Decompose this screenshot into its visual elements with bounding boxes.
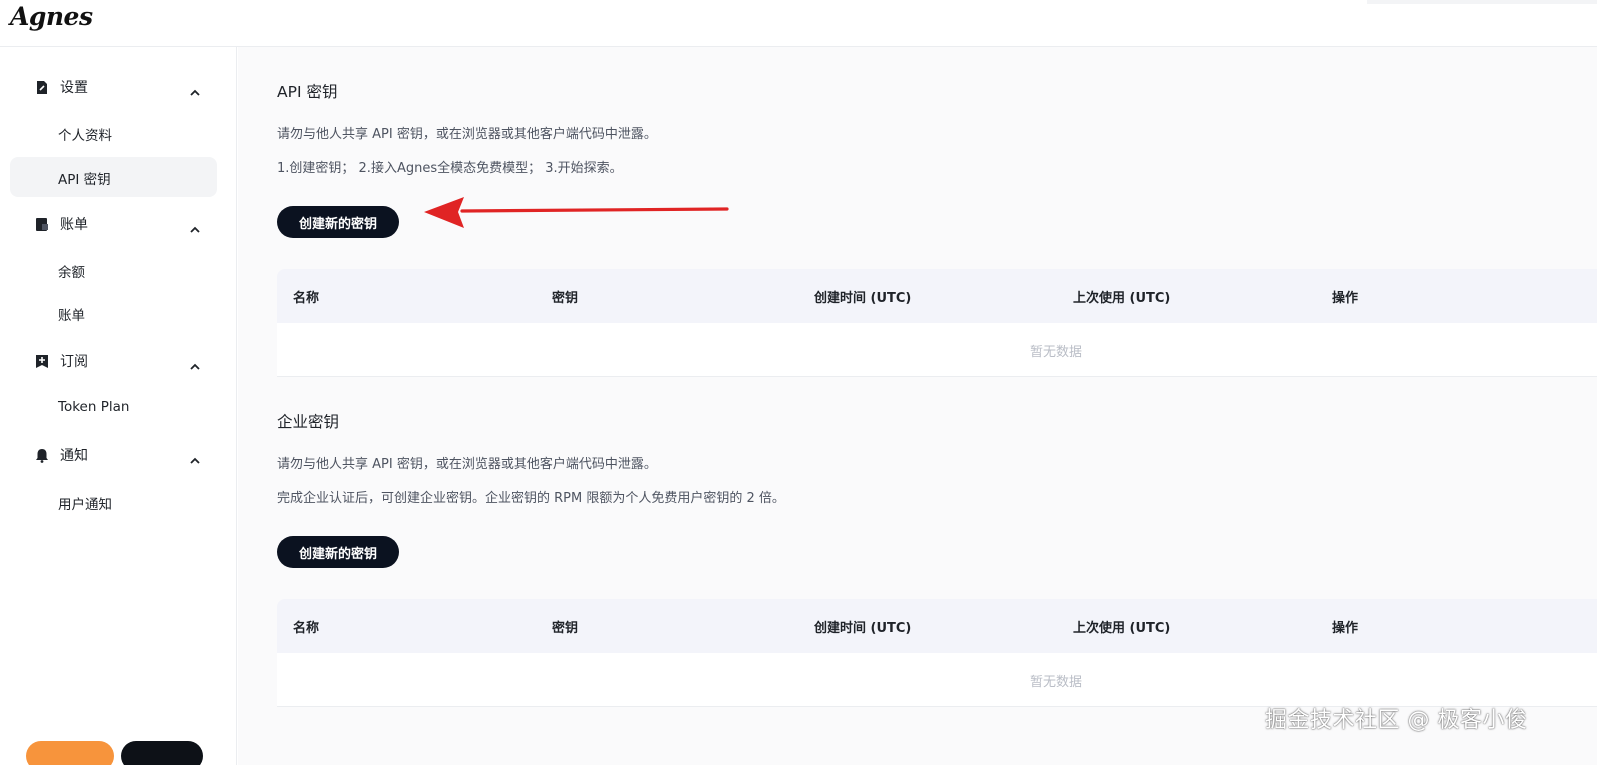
sidebar-item-label: 用户通知 [58,497,112,513]
column-header-key: 密钥 [552,291,579,306]
community-button[interactable] [121,741,203,765]
table-header-row: 名称 密钥 创建时间 (UTC) 上次使用 (UTC) 操作 [277,599,1597,653]
api-keys-title: API 密钥 [277,83,338,101]
chevron-up-icon [190,218,200,237]
sidebar: 设置 个人资料 API 密钥 账单 余额 账单 订阅 Token Plan 通知… [0,47,237,765]
enterprise-keys-table: 名称 密钥 创建时间 (UTC) 上次使用 (UTC) 操作 暂无数据 [277,599,1597,707]
sidebar-section-label: 设置 [60,80,88,96]
table-empty-row: 暂无数据 [277,653,1597,707]
chevron-up-icon [190,355,200,374]
sidebar-item-token-plan[interactable]: Token Plan [10,388,217,428]
sidebar-item-label: 个人资料 [58,128,112,144]
sidebar-item-user-notifications[interactable]: 用户通知 [10,482,217,522]
column-header-created: 创建时间 (UTC) [814,291,912,306]
column-header-key: 密钥 [552,621,579,636]
api-keys-steps: 1.创建密钥； 2.接入Agnes全模态免费模型； 3.开始探索。 [277,161,623,176]
api-keys-warning: 请勿与他人共享 API 密钥，或在浏览器或其他客户端代码中泄露。 [277,127,657,142]
sidebar-section-settings[interactable]: 设置 [10,67,217,107]
empty-state-text: 暂无数据 [1030,345,1083,360]
subscribe-icon [34,353,50,369]
annotation-arrow-icon [424,197,729,228]
create-api-key-button[interactable]: 创建新的密钥 [277,206,399,238]
chevron-up-icon [190,81,200,100]
sidebar-item-api-keys[interactable]: API 密钥 [10,157,217,197]
column-header-actions: 操作 [1332,291,1359,306]
bell-icon [34,447,50,463]
column-header-actions: 操作 [1332,621,1359,636]
sidebar-section-subscription[interactable]: 订阅 [10,341,217,381]
enterprise-keys-warning: 请勿与他人共享 API 密钥，或在浏览器或其他客户端代码中泄露。 [277,457,657,472]
sidebar-section-billing[interactable]: 账单 [10,204,217,244]
top-bar-edge [1367,0,1597,4]
column-header-created: 创建时间 (UTC) [814,621,912,636]
app-logo[interactable]: Agnes [10,2,93,31]
table-header-row: 名称 密钥 创建时间 (UTC) 上次使用 (UTC) 操作 [277,269,1597,323]
watermark-text: 掘金技术社区 @ 极客小俊 [1265,708,1528,733]
top-bar: Agnes [0,0,1597,47]
chevron-up-icon [190,449,200,468]
empty-state-text: 暂无数据 [1030,675,1083,690]
sidebar-item-balance[interactable]: 余额 [10,250,217,290]
sidebar-item-label: 余额 [58,265,85,281]
billing-icon [34,216,50,232]
sidebar-item-bills[interactable]: 账单 [10,293,217,333]
sidebar-section-label: 通知 [60,448,88,464]
sidebar-section-notifications[interactable]: 通知 [10,435,217,475]
sidebar-section-label: 订阅 [60,354,88,370]
sidebar-item-label: API 密钥 [58,172,111,188]
settings-doc-icon [34,79,50,95]
table-empty-row: 暂无数据 [277,323,1597,377]
promo-button[interactable] [26,741,114,765]
api-keys-table: 名称 密钥 创建时间 (UTC) 上次使用 (UTC) 操作 暂无数据 [277,269,1597,377]
sidebar-item-label: Token Plan [58,399,130,415]
create-enterprise-key-button[interactable]: 创建新的密钥 [277,536,399,568]
sidebar-item-profile[interactable]: 个人资料 [10,113,217,153]
column-header-name: 名称 [293,291,320,306]
enterprise-keys-note: 完成企业认证后，可创建企业密钥。企业密钥的 RPM 限额为个人免费用户密钥的 2… [277,491,785,506]
column-header-last-used: 上次使用 (UTC) [1073,621,1171,636]
sidebar-item-label: 账单 [58,308,85,324]
sidebar-section-label: 账单 [60,217,88,233]
column-header-last-used: 上次使用 (UTC) [1073,291,1171,306]
enterprise-keys-title: 企业密钥 [277,413,340,431]
column-header-name: 名称 [293,621,320,636]
